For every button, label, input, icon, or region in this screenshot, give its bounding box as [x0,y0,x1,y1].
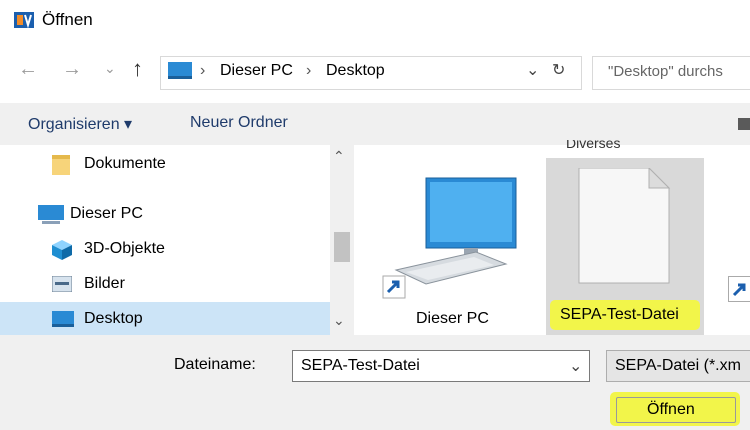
nav-item-label: Dieser PC [70,205,143,222]
scroll-down-icon[interactable]: ⌄ [333,312,345,329]
partial-item-label: Diverses [566,140,621,150]
breadcrumb-desktop[interactable]: Desktop [326,62,385,80]
app-logo-icon [14,12,34,28]
filename-input[interactable]: SEPA-Test-Datei ⌄ [292,350,590,382]
nav-item-label: 3D-Objekte [84,240,165,257]
breadcrumb-separator: › [200,62,206,79]
nav-item-label: Bilder [84,275,125,292]
nav-item-3d-objekte[interactable]: 3D-Objekte [0,232,330,266]
file-item-sepa-test-datei[interactable]: SEPA-Test-Datei [546,158,704,336]
partial-shortcut-icon [728,276,750,302]
nav-item-dokumente[interactable]: Dokumente [0,147,330,181]
refresh-icon[interactable]: ↻ [552,60,565,80]
title-bar [0,0,750,44]
computer-icon [38,205,64,224]
address-dropdown-icon[interactable]: ⌄ [526,60,539,80]
nav-item-dieser-pc[interactable]: Dieser PC [0,197,330,231]
breadcrumb-dieser-pc[interactable]: Dieser PC [220,62,293,80]
scrollbar-thumb[interactable] [334,232,350,262]
forward-arrow-icon[interactable]: → [62,58,82,81]
filename-label: Dateiname: [174,356,256,373]
back-arrow-icon[interactable]: ← [18,58,38,81]
scroll-up-icon[interactable]: ⌃ [333,148,345,165]
view-options-icon[interactable] [738,118,750,130]
nav-item-label: Desktop [84,310,143,327]
search-input[interactable]: "Desktop" durchs [608,63,750,80]
breadcrumb-separator: › [306,62,312,79]
window-title: Öffnen [42,10,93,29]
nav-item-desktop[interactable]: Desktop [0,302,330,335]
desktop-icon [52,311,74,327]
cube-icon [52,240,72,260]
file-icon [578,168,671,284]
folder-icon [52,155,70,175]
nav-item-bilder[interactable]: Bilder [0,267,330,301]
open-button-label: Öffnen [647,401,695,418]
open-button[interactable]: Öffnen [616,397,736,423]
file-item-label: Dieser PC [416,310,489,327]
up-arrow-icon[interactable]: ↑ [132,56,143,82]
pictures-icon [52,276,72,292]
file-item-label: SEPA-Test-Datei [560,306,679,323]
filetype-select[interactable]: SEPA-Datei (*.xm [606,350,750,382]
filename-value: SEPA-Test-Datei [301,357,420,374]
computer-shortcut-icon [382,177,517,299]
organize-button[interactable]: Organisieren ▾ [28,114,132,134]
recent-dropdown-icon[interactable]: ⌄ [104,60,116,77]
nav-item-label: Dokumente [84,155,166,172]
new-folder-button[interactable]: Neuer Ordner [190,114,288,132]
desktop-location-icon [168,62,192,79]
filetype-value: SEPA-Datei (*.xm [615,357,741,374]
filename-dropdown-icon[interactable]: ⌄ [569,356,582,376]
file-item-dieser-pc[interactable]: Dieser PC [376,160,526,332]
